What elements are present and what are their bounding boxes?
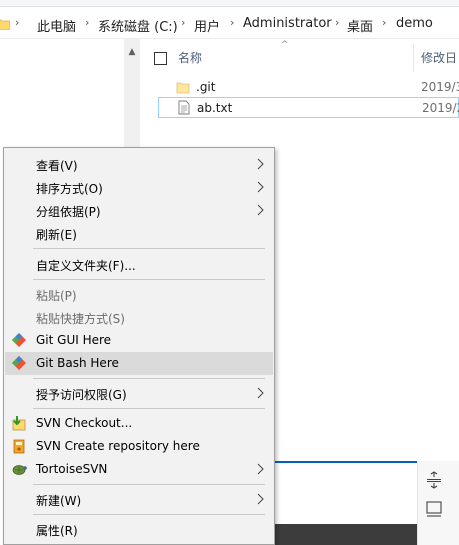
folder-icon xyxy=(176,82,190,94)
menu-item-label: Git Bash Here xyxy=(36,356,119,370)
file-name: ab.txt xyxy=(197,101,233,115)
tortoise-icon xyxy=(12,465,27,475)
menu-item-properties[interactable]: 属性(R) xyxy=(5,518,273,541)
menu-item-git-bash-here[interactable]: Git Bash Here xyxy=(5,352,273,375)
menu-item-label: 查看(V) xyxy=(36,159,78,173)
column-header-date[interactable]: 修改日 xyxy=(421,49,457,66)
menu-item-label: 授予访问权限(G) xyxy=(36,388,127,402)
menu-item-label: 自定义文件夹(F)... xyxy=(36,259,136,273)
breadcrumb-desktop[interactable]: 桌面 xyxy=(347,16,373,35)
scroll-up-icon[interactable]: ▲ xyxy=(124,44,140,60)
ribbon-strip xyxy=(0,0,459,7)
select-all-checkbox[interactable] xyxy=(154,52,167,65)
menu-item-paste: 粘贴(P) xyxy=(5,283,273,306)
column-header-name[interactable]: 名称 xyxy=(178,49,202,66)
file-date: 2019/3 xyxy=(421,80,459,94)
large-icons-view-icon[interactable] xyxy=(424,499,444,519)
chevron-right-icon xyxy=(257,181,264,193)
menu-separator xyxy=(33,378,265,379)
git-diamond-icon xyxy=(12,333,26,347)
menu-item-label: 粘贴快捷方式(S) xyxy=(36,312,125,326)
menu-item-label: 排序方式(O) xyxy=(36,182,103,196)
svn-checkout-icon xyxy=(12,416,26,431)
menu-item-new[interactable]: 新建(W) xyxy=(5,488,273,511)
chevron-right-icon xyxy=(257,204,264,216)
menu-item-tortoisesvn[interactable]: TortoiseSVN xyxy=(5,458,273,481)
menu-item-label: 分组依据(P) xyxy=(36,205,101,219)
breadcrumb-separator[interactable]: › xyxy=(15,16,19,29)
breadcrumb-users[interactable]: 用户 xyxy=(194,16,220,35)
breadcrumb-demo[interactable]: demo xyxy=(396,16,433,31)
breadcrumb-separator[interactable]: › xyxy=(181,16,185,29)
menu-item-label: SVN Create repository here xyxy=(36,439,200,453)
breadcrumb-administrator[interactable]: Administrator xyxy=(243,16,332,31)
folder-icon xyxy=(0,19,10,30)
svn-repo-icon xyxy=(13,439,25,454)
menu-item-label: Git GUI Here xyxy=(36,333,112,347)
file-date: 2019/2 xyxy=(422,101,459,115)
details-view-icon[interactable] xyxy=(424,470,444,490)
file-name: .git xyxy=(196,80,216,94)
chevron-right-icon xyxy=(257,493,264,505)
git-diamond-icon xyxy=(12,356,26,370)
breadcrumb-separator[interactable]: › xyxy=(230,16,234,29)
chevron-right-icon xyxy=(257,158,264,170)
sort-ascending-icon: ^ xyxy=(281,40,289,50)
menu-item-svn-create-repository[interactable]: SVN Create repository here xyxy=(5,435,273,458)
menu-separator xyxy=(33,279,265,280)
menu-separator xyxy=(33,408,265,409)
menu-item-customize-folder[interactable]: 自定义文件夹(F)... xyxy=(5,253,273,276)
chevron-right-icon xyxy=(257,387,264,399)
menu-item-paste-shortcut: 粘贴快捷方式(S) xyxy=(5,306,273,329)
breadcrumb-this-pc[interactable]: 此电脑 xyxy=(37,16,76,35)
menu-separator xyxy=(33,484,265,485)
text-file-icon xyxy=(178,100,190,115)
menu-item-label: TortoiseSVN xyxy=(36,462,108,476)
breadcrumb-system-disk[interactable]: 系统磁盘 (C:) xyxy=(98,16,178,35)
breadcrumb-separator[interactable]: › xyxy=(335,16,339,29)
menu-separator xyxy=(33,514,265,515)
menu-item-label: 刷新(E) xyxy=(36,228,77,242)
menu-item-refresh[interactable]: 刷新(E) xyxy=(5,222,273,245)
breadcrumb-separator[interactable]: › xyxy=(85,16,89,29)
menu-item-group-by[interactable]: 分组依据(P) xyxy=(5,199,273,222)
menu-item-label: SVN Checkout... xyxy=(36,416,133,430)
menu-item-label: 属性(R) xyxy=(36,524,78,538)
menu-item-view[interactable]: 查看(V) xyxy=(5,153,273,176)
menu-item-git-gui-here[interactable]: Git GUI Here xyxy=(5,329,273,352)
column-divider[interactable] xyxy=(413,44,414,72)
breadcrumb-separator[interactable]: › xyxy=(382,16,386,29)
menu-separator xyxy=(33,248,265,249)
context-menu: 查看(V) 排序方式(O) 分组依据(P) 刷新(E) 自定义文件夹(F)...… xyxy=(3,147,275,545)
file-row-ab-txt[interactable]: ab.txt 2019/2 xyxy=(158,97,459,118)
menu-item-label: 粘贴(P) xyxy=(36,289,77,303)
menu-item-label: 新建(W) xyxy=(36,494,82,508)
chevron-right-icon xyxy=(257,463,264,475)
address-bar[interactable]: › 此电脑 › 系统磁盘 (C:) › 用户 › Administrator ›… xyxy=(0,10,459,39)
menu-item-give-access[interactable]: 授予访问权限(G) xyxy=(5,382,273,405)
menu-item-svn-checkout[interactable]: SVN Checkout... xyxy=(5,412,273,435)
menu-item-sort-by[interactable]: 排序方式(O) xyxy=(5,176,273,199)
file-row-git[interactable]: .git 2019/3 xyxy=(158,77,459,98)
